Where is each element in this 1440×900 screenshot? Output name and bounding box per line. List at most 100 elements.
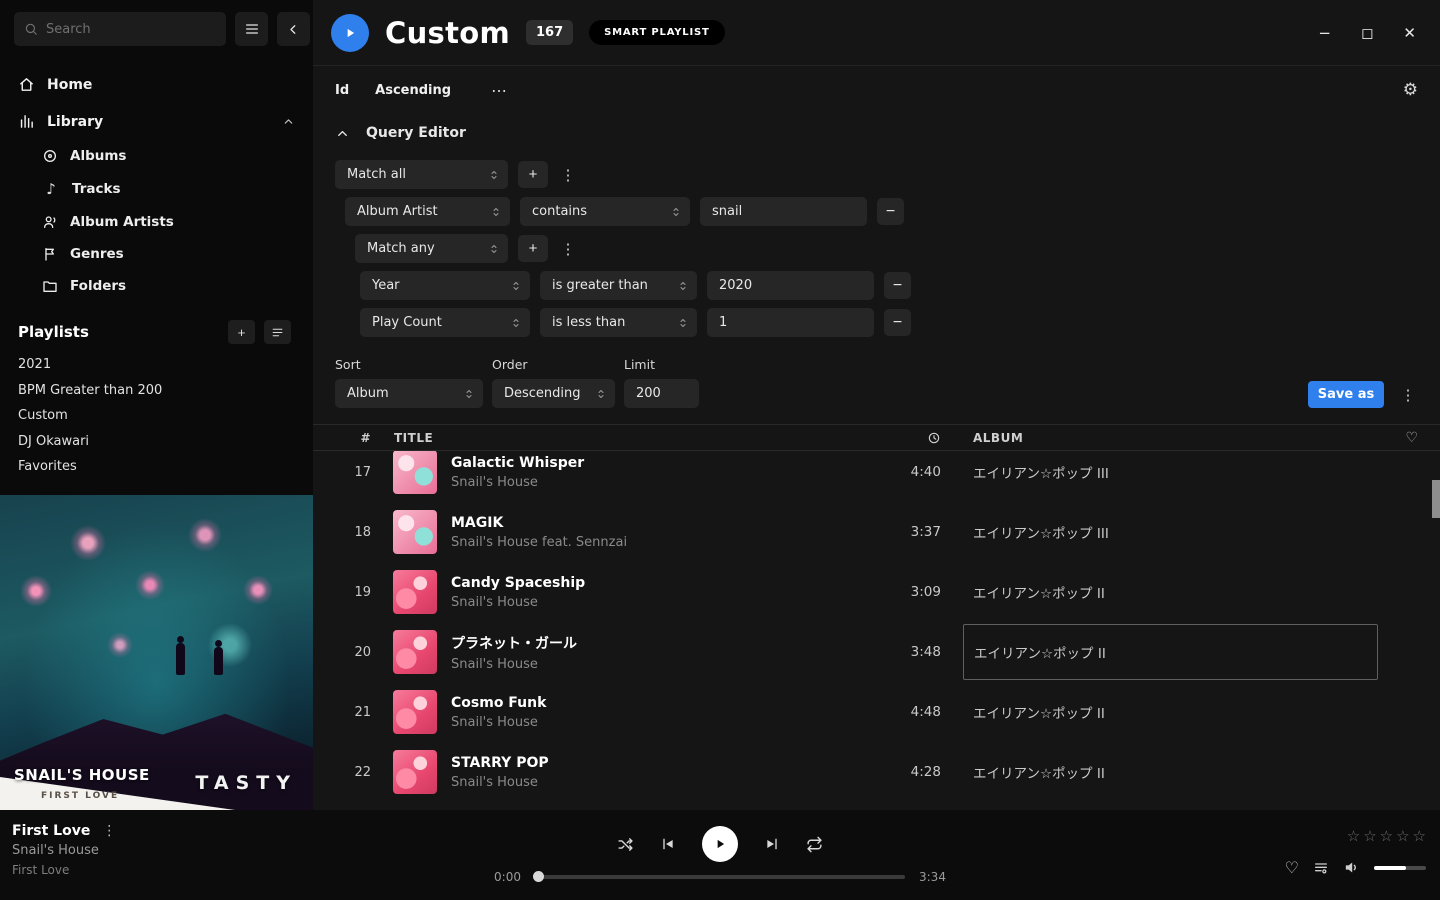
rule-group-menu-icon[interactable]: ⋮ bbox=[558, 166, 578, 184]
sidebar-item-library[interactable]: Library bbox=[0, 103, 313, 140]
star-icon[interactable]: ☆ bbox=[1363, 827, 1376, 845]
favorite-heart-icon[interactable]: ♡ bbox=[1285, 858, 1299, 877]
table-row[interactable]: 22 STARRY POP Snail's House 4:28 エイリアン☆ポ… bbox=[313, 742, 1440, 802]
sort-order-button[interactable]: Ascending bbox=[375, 83, 451, 98]
play-playlist-button[interactable] bbox=[331, 14, 369, 52]
match-type-select[interactable]: Match all bbox=[335, 160, 508, 189]
column-duration[interactable] bbox=[855, 431, 973, 445]
sort-field-button[interactable]: Id bbox=[335, 83, 349, 98]
save-menu-icon[interactable]: ⋮ bbox=[1398, 386, 1418, 404]
rule-operator-select[interactable]: is less than bbox=[540, 308, 697, 337]
now-playing-album[interactable]: First Love bbox=[12, 863, 116, 877]
group-match-type-select[interactable]: Match any bbox=[355, 234, 508, 263]
star-icon[interactable]: ☆ bbox=[1413, 827, 1426, 845]
now-playing-artist[interactable]: Snail's House bbox=[12, 843, 116, 858]
previous-button[interactable] bbox=[660, 836, 676, 852]
maximize-button[interactable]: ◻ bbox=[1361, 24, 1373, 42]
table-row[interactable]: 18 MAGIK Snail's House feat. Sennzai 3:3… bbox=[313, 502, 1440, 562]
home-icon bbox=[18, 76, 35, 93]
repeat-button[interactable] bbox=[806, 836, 823, 853]
minimize-button[interactable]: − bbox=[1318, 24, 1331, 42]
star-icon[interactable]: ☆ bbox=[1347, 827, 1360, 845]
sort-select[interactable]: Album bbox=[335, 379, 483, 408]
query-editor-title: Query Editor bbox=[366, 125, 466, 141]
more-options-icon[interactable]: ⋯ bbox=[491, 81, 507, 100]
volume-icon[interactable] bbox=[1343, 859, 1360, 876]
remove-rule-button[interactable]: − bbox=[877, 198, 904, 225]
now-playing-title[interactable]: First Love bbox=[12, 823, 90, 839]
sidebar: Home Library Albums ♪ Tracks bbox=[0, 0, 313, 810]
queue-icon[interactable] bbox=[1313, 860, 1329, 876]
chevron-up-icon[interactable] bbox=[282, 115, 295, 128]
playlist-list-options-button[interactable] bbox=[264, 320, 291, 344]
sidebar-item-home[interactable]: Home bbox=[0, 66, 313, 103]
collapse-chevron-icon[interactable] bbox=[335, 126, 350, 141]
playlist-item[interactable]: Custom bbox=[0, 403, 313, 429]
unfold-icon bbox=[677, 280, 689, 292]
table-row[interactable]: 17 Galactic Whisper Snail's House 4:40 エ… bbox=[313, 451, 1440, 502]
elapsed-time: 0:00 bbox=[487, 870, 521, 884]
gear-icon[interactable]: ⚙ bbox=[1403, 80, 1418, 100]
order-select[interactable]: Descending bbox=[492, 379, 615, 408]
playlist-item[interactable]: 2021 bbox=[0, 352, 313, 378]
rule-field-select[interactable]: Year bbox=[360, 271, 530, 300]
seek-slider[interactable] bbox=[535, 875, 905, 879]
unfold-icon bbox=[677, 317, 689, 329]
cover-figure bbox=[176, 643, 185, 675]
rule-field-select[interactable]: Play Count bbox=[360, 308, 530, 337]
track-album: エイリアン☆ポップ III bbox=[973, 522, 1384, 542]
seek-handle[interactable] bbox=[533, 871, 544, 882]
rule-value-input[interactable] bbox=[707, 271, 874, 300]
sidebar-item-tracks[interactable]: ♪ Tracks bbox=[0, 172, 313, 206]
rule-operator-select[interactable]: contains bbox=[520, 197, 690, 226]
match-any-row: Match any + ⋮ bbox=[355, 234, 1418, 263]
play-pause-button[interactable] bbox=[702, 826, 738, 862]
volume-slider[interactable] bbox=[1374, 866, 1426, 870]
menu-button[interactable] bbox=[235, 12, 268, 46]
star-icon[interactable]: ☆ bbox=[1396, 827, 1409, 845]
sidebar-item-folders[interactable]: Folders bbox=[0, 270, 313, 302]
star-icon[interactable]: ☆ bbox=[1380, 827, 1393, 845]
table-row[interactable]: 21 Cosmo Funk Snail's House 4:48 エイリアン☆ポ… bbox=[313, 682, 1440, 742]
rule-operator-select[interactable]: is greater than bbox=[540, 271, 697, 300]
shuffle-button[interactable] bbox=[617, 836, 634, 853]
player-right-controls: ☆ ☆ ☆ ☆ ☆ ♡ bbox=[1285, 827, 1426, 877]
now-playing-cover-art[interactable]: SNAIL'S HOUSE FIRST LOVE TASTY bbox=[0, 495, 313, 810]
nav-back-button[interactable] bbox=[277, 12, 310, 46]
cover-artist-text: SNAIL'S HOUSE bbox=[14, 766, 150, 784]
playlist-item[interactable]: Favorites bbox=[0, 454, 313, 480]
column-album[interactable]: ALBUM bbox=[973, 431, 1384, 445]
remove-rule-button[interactable]: − bbox=[884, 309, 911, 336]
sidebar-item-genres[interactable]: Genres bbox=[0, 238, 313, 270]
column-title[interactable]: TITLE bbox=[385, 431, 855, 445]
group-menu-icon[interactable]: ⋮ bbox=[558, 240, 578, 258]
playlist-item[interactable]: BPM Greater than 200 bbox=[0, 378, 313, 404]
track-album: エイリアン☆ポップ III bbox=[973, 462, 1384, 482]
rule-field-select[interactable]: Album Artist bbox=[345, 197, 510, 226]
add-group-rule-button[interactable]: + bbox=[518, 235, 548, 262]
track-artist: Snail's House feat. Sennzai bbox=[451, 535, 627, 550]
total-time: 3:34 bbox=[919, 870, 953, 884]
column-index[interactable]: # bbox=[313, 431, 385, 445]
next-button[interactable] bbox=[764, 836, 780, 852]
rule-value-input[interactable] bbox=[707, 308, 874, 337]
table-row[interactable]: 20 プラネット・ガール Snail's House 3:48 エイリアン☆ポッ… bbox=[313, 622, 1440, 682]
add-rule-button[interactable]: + bbox=[518, 161, 548, 188]
track-artist: Snail's House bbox=[451, 475, 584, 490]
column-favorite[interactable]: ♡ bbox=[1384, 430, 1440, 446]
rule-value-input[interactable] bbox=[700, 197, 867, 226]
search-box[interactable] bbox=[14, 12, 226, 46]
track-album-focused-cell[interactable]: エイリアン☆ポップ II bbox=[963, 624, 1378, 680]
scrollbar-thumb[interactable] bbox=[1432, 480, 1440, 518]
sidebar-item-album-artists[interactable]: Album Artists bbox=[0, 206, 313, 238]
add-playlist-button[interactable]: + bbox=[228, 320, 255, 344]
sidebar-item-albums[interactable]: Albums bbox=[0, 140, 313, 172]
remove-rule-button[interactable]: − bbox=[884, 272, 911, 299]
save-as-button[interactable]: Save as bbox=[1308, 381, 1384, 408]
limit-input[interactable] bbox=[624, 379, 699, 408]
search-input[interactable] bbox=[46, 22, 216, 37]
table-row[interactable]: 19 Candy Spaceship Snail's House 3:09 エイ… bbox=[313, 562, 1440, 622]
playlist-item[interactable]: DJ Okawari bbox=[0, 429, 313, 455]
close-button[interactable]: ✕ bbox=[1403, 24, 1416, 42]
now-playing-menu-icon[interactable]: ⋮ bbox=[102, 823, 116, 839]
